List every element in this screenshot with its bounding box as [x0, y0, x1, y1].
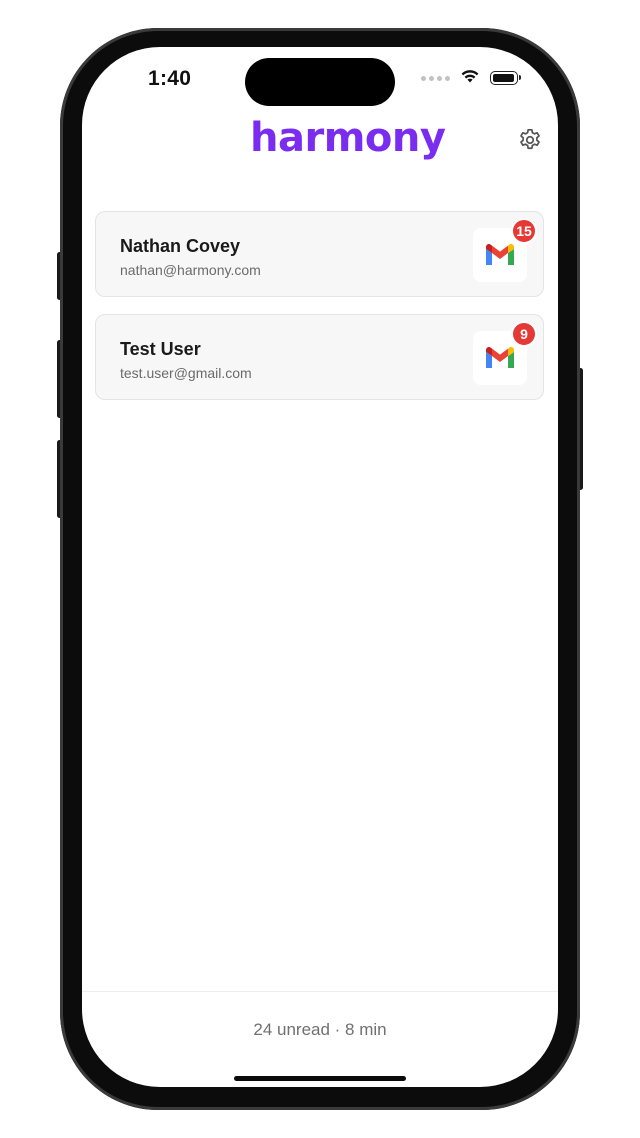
harmony-logo: harmony: [250, 115, 446, 161]
account-list: Nathan Covey nathan@harmony.com 15 Test …: [95, 211, 544, 417]
unread-summary: 24 unread · 8 min: [253, 1020, 387, 1039]
battery-icon: [490, 71, 521, 85]
gear-icon: [517, 127, 543, 158]
status-icons: [421, 68, 521, 89]
dynamic-island: [245, 58, 395, 106]
footer-bar: 24 unread · 8 min: [82, 991, 558, 1087]
account-email: test.user@gmail.com: [120, 365, 252, 381]
status-time: 1:40: [148, 67, 192, 90]
phone-screen: 1:40 harmony Nathan Covey nathan@harmony…: [82, 47, 558, 1087]
settings-button[interactable]: [516, 128, 544, 156]
unread-count-badge: 9: [511, 321, 537, 347]
account-name: Nathan Covey: [120, 236, 241, 256]
app-header: harmony: [82, 115, 558, 175]
home-indicator[interactable]: [234, 1076, 406, 1081]
cellular-signal-icon: [421, 75, 450, 81]
account-card[interactable]: Nathan Covey nathan@harmony.com 15: [95, 211, 544, 297]
account-name: Test User: [120, 339, 201, 359]
account-email: nathan@harmony.com: [120, 262, 261, 278]
wifi-icon: [460, 68, 480, 89]
unread-count-badge: 15: [511, 218, 537, 244]
status-bar: 1:40: [82, 47, 558, 109]
account-card[interactable]: Test User test.user@gmail.com 9: [95, 314, 544, 400]
